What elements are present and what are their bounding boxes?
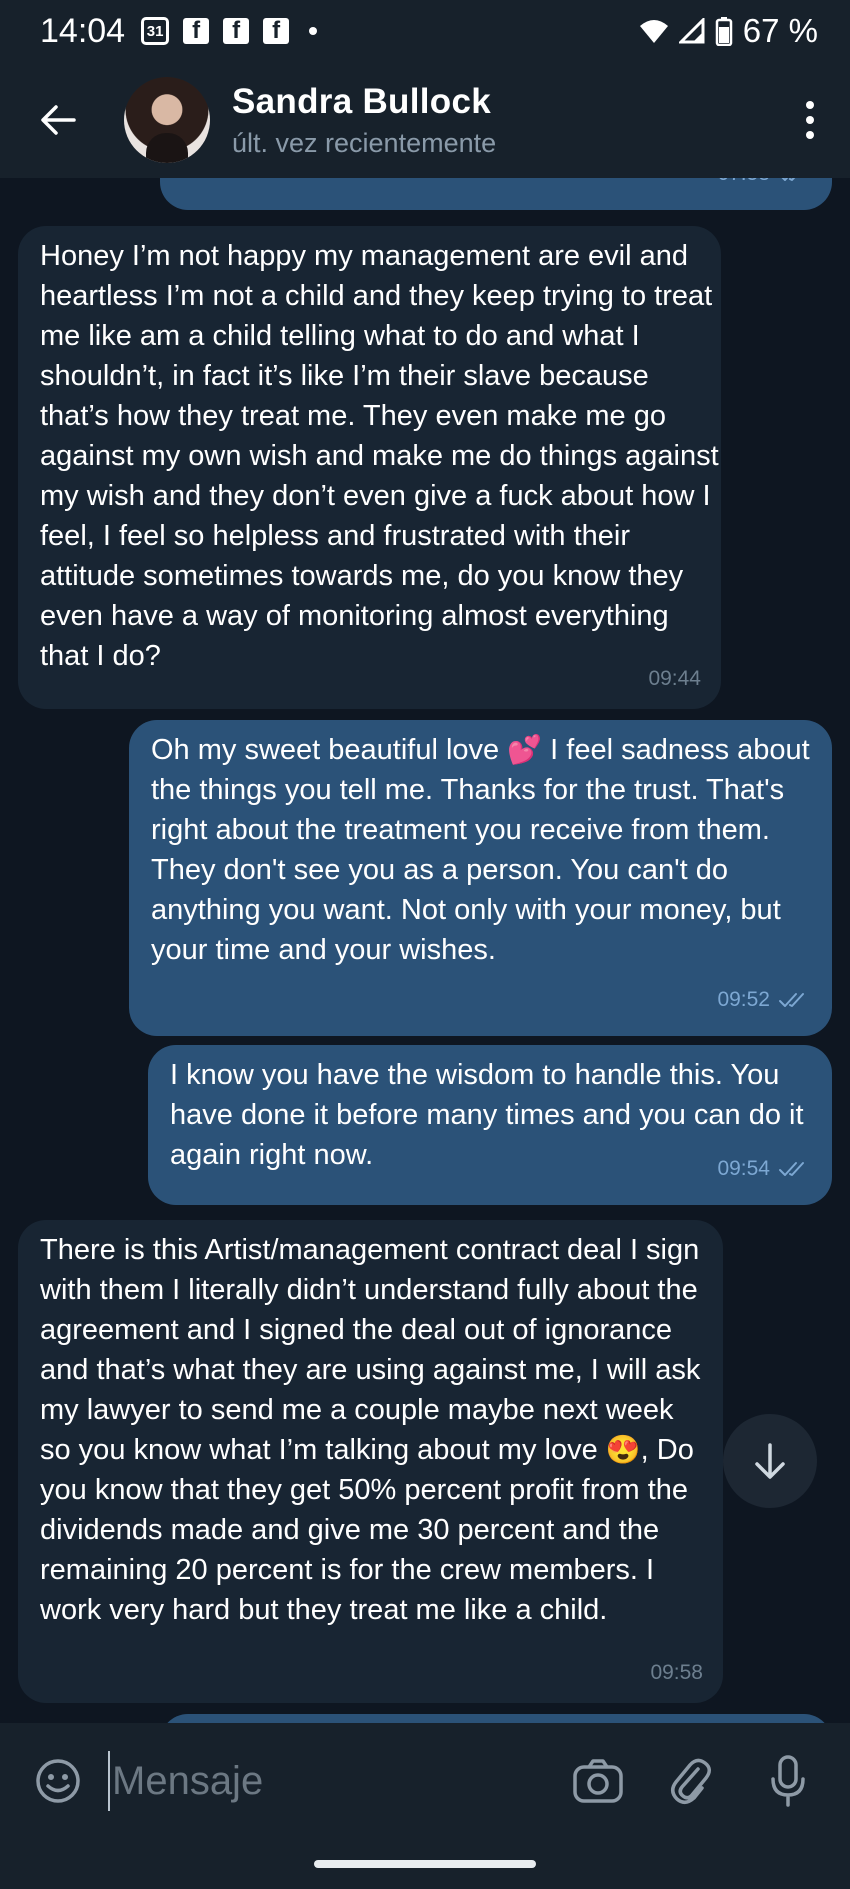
- back-button[interactable]: [28, 90, 88, 150]
- heart-eyes-emoji: 😍: [605, 1434, 641, 1465]
- status-time: 14:04: [40, 11, 126, 50]
- contact-name: Sandra Bullock: [232, 81, 491, 121]
- status-bar: 14:04 31 f f f 67 %: [0, 0, 850, 62]
- message-time: 09:54: [717, 1157, 770, 1180]
- calendar-icon: 31: [141, 17, 170, 45]
- read-ticks-icon: [779, 1162, 804, 1176]
- message-bubble-incoming[interactable]: Honey I’m not happy my management are ev…: [18, 226, 721, 709]
- two-hearts-emoji: 💕: [507, 734, 543, 765]
- contact-info[interactable]: Sandra Bullock últ. vez recientemente: [232, 82, 496, 159]
- message-bubble-outgoing[interactable]: I know you have the wisdom to handle thi…: [148, 1045, 832, 1205]
- message-text: Oh my sweet beautiful love 💕 I feel sadn…: [151, 730, 810, 970]
- more-vertical-icon: [806, 131, 814, 139]
- system-nav-bar: [0, 1839, 850, 1889]
- message-meta: 09:58: [650, 1653, 703, 1693]
- attach-button[interactable]: [664, 1755, 716, 1807]
- message-text-part: Oh my sweet beautiful love: [151, 734, 508, 766]
- read-ticks-icon: [781, 178, 796, 181]
- microphone-icon: [771, 1755, 805, 1807]
- message-bubble-outgoing[interactable]: [160, 1714, 832, 1723]
- chat-header: Sandra Bullock últ. vez recientemente: [0, 62, 850, 178]
- attachment-icon: [671, 1758, 711, 1804]
- notification-dot: [309, 27, 318, 35]
- back-arrow-icon: [41, 105, 76, 135]
- facebook-icon: f: [263, 18, 290, 44]
- message-meta: 09:44: [648, 659, 701, 699]
- message-time: 09:44: [648, 667, 701, 690]
- signal-icon: [678, 18, 705, 44]
- contact-last-seen: últ. vez recientemente: [232, 127, 497, 158]
- battery-level: 67 %: [742, 12, 818, 49]
- message-meta: 09:52: [717, 980, 812, 1020]
- message-meta: 09:54: [717, 1149, 812, 1189]
- home-indicator[interactable]: [314, 1860, 536, 1868]
- camera-button[interactable]: [572, 1755, 624, 1807]
- battery-icon: [715, 17, 733, 46]
- message-text: I know you have the wisdom to handle thi…: [170, 1059, 804, 1171]
- message-time: 09:58: [650, 1661, 703, 1684]
- scroll-to-bottom-button[interactable]: [723, 1414, 817, 1508]
- message-input-wrapper: [108, 1751, 572, 1811]
- message-bubble-incoming[interactable]: There is this Artist/management contract…: [18, 1220, 723, 1703]
- message-list[interactable]: 07:58 Honey I’m not happy my management …: [0, 178, 850, 1723]
- message-bubble-outgoing[interactable]: 07:58: [160, 178, 832, 210]
- composer-bar: [0, 1723, 850, 1839]
- more-vertical-icon: [806, 116, 814, 124]
- emoji-icon[interactable]: [34, 1757, 82, 1805]
- more-vertical-icon: [806, 101, 814, 109]
- arrow-down-icon: [755, 1443, 785, 1479]
- message-text-part: I feel sadness about the things you tell…: [151, 734, 810, 966]
- message-bubble-outgoing[interactable]: Oh my sweet beautiful love 💕 I feel sadn…: [129, 720, 832, 1036]
- message-time: 07:58: [717, 178, 770, 194]
- message-time: 09:52: [717, 988, 770, 1011]
- camera-icon: [573, 1759, 623, 1803]
- message-text: There is this Artist/management contract…: [40, 1230, 701, 1630]
- avatar[interactable]: [124, 77, 210, 163]
- facebook-icon: f: [223, 18, 250, 44]
- read-ticks-icon: [779, 993, 804, 1007]
- message-meta: 07:58: [717, 178, 812, 194]
- status-right-group: 67 %: [639, 12, 818, 50]
- message-text: Honey I’m not happy my management are ev…: [40, 240, 719, 672]
- facebook-icon: f: [183, 18, 210, 44]
- voice-message-button[interactable]: [762, 1755, 814, 1807]
- message-input[interactable]: [112, 1758, 532, 1804]
- wifi-icon: [639, 20, 668, 43]
- more-menu-button[interactable]: [800, 95, 820, 145]
- message-text-part: There is this Artist/management contract…: [40, 1234, 701, 1466]
